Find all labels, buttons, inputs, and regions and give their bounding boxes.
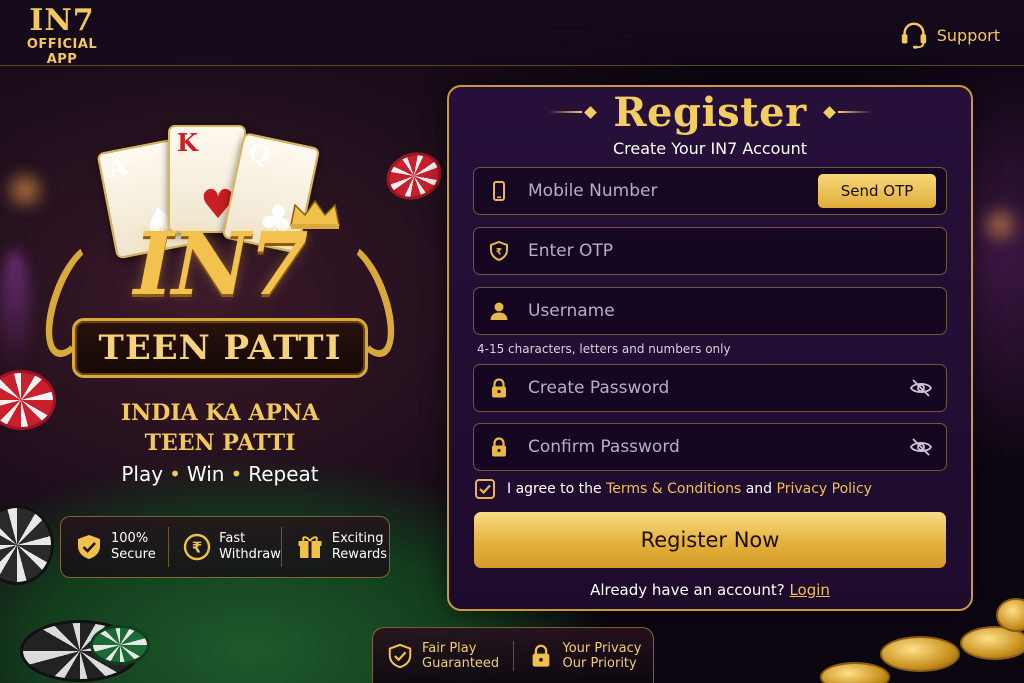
privacy-policy-link[interactable]: Privacy Policy xyxy=(777,481,872,497)
feature-line: Fast xyxy=(219,531,246,546)
card-rank: K xyxy=(177,128,198,157)
create-password-input[interactable] xyxy=(524,365,896,411)
lock-icon xyxy=(532,644,549,667)
slogan: Play • Win • Repeat xyxy=(80,462,360,486)
register-title-row: Register xyxy=(449,87,971,137)
confirm-password-input[interactable] xyxy=(524,424,896,470)
toggle-password-visibility[interactable] xyxy=(896,376,946,400)
username-input[interactable] xyxy=(524,288,946,334)
brand-banner: TEEN PATTI xyxy=(72,318,368,378)
top-bar: IN7 OFFICIAL APP Support xyxy=(0,0,1024,66)
trust-line: Fair Play xyxy=(422,640,477,656)
trust-bar: Fair Play Guaranteed Your Privacy Our Prio… xyxy=(372,627,654,683)
feature-withdraw: ₹ Fast Withdraw xyxy=(168,527,281,567)
agree-text: I agree to the xyxy=(507,481,602,497)
poker-chip-image xyxy=(379,144,449,208)
register-title: Register xyxy=(613,88,807,136)
logo-app: APP xyxy=(46,52,78,67)
username-hint: 4-15 characters, letters and numbers onl… xyxy=(477,342,731,356)
title-ornament-right xyxy=(821,105,872,119)
svg-text:₹: ₹ xyxy=(192,539,202,557)
trust-line: Our Priority xyxy=(562,655,637,671)
feature-line: Exciting xyxy=(331,531,384,546)
shield-check-icon xyxy=(388,643,412,668)
login-prompt: Already have an account? Login xyxy=(449,581,971,599)
feature-secure: 100% Secure xyxy=(61,527,168,567)
logo-official: OFFICIAL xyxy=(26,37,98,52)
shield-check-icon xyxy=(78,535,100,559)
title-ornament-left xyxy=(548,105,599,119)
trust-line: Your Privacy xyxy=(562,640,642,656)
gift-icon xyxy=(298,536,322,558)
tagline-line2: TEEN PATTI xyxy=(144,430,296,456)
terms-agreement: I agree to the Terms & Conditions and Pr… xyxy=(475,479,872,499)
trust-line: Guaranteed xyxy=(422,655,500,671)
register-subtitle: Create Your IN7 Account xyxy=(612,139,808,158)
feature-strip: 100% Secure ₹ Fast Withdraw Exciting Reward… xyxy=(60,516,390,578)
trust-privacy: Your Privacy Our Priority xyxy=(512,640,654,671)
support-link[interactable]: Support xyxy=(899,20,1000,50)
otp-field: ₹ xyxy=(473,227,947,275)
otp-input[interactable] xyxy=(524,228,946,274)
gold-coin-image xyxy=(820,662,890,683)
eye-off-icon xyxy=(909,379,933,397)
logo-wordmark: IN7 xyxy=(29,3,95,38)
tagline-line1: INDIA KA APNA xyxy=(120,400,320,426)
gold-coin-image xyxy=(880,636,960,672)
login-prompt-text: Already have an account? xyxy=(590,581,785,599)
feature-line: Secure xyxy=(111,547,156,562)
create-password-field xyxy=(473,364,947,412)
rupee-coin-icon: ₹ xyxy=(183,533,211,561)
poker-chip-image xyxy=(0,505,54,585)
poker-chip-image xyxy=(0,370,56,430)
slogan-word: Win xyxy=(186,462,225,486)
checkmark-icon xyxy=(479,484,491,495)
mobile-number-field: Send OTP xyxy=(473,167,947,215)
feature-rewards: Exciting Rewards xyxy=(280,527,389,567)
tagline: INDIA KA APNA TEEN PATTI xyxy=(90,398,350,458)
poker-chip-image xyxy=(90,625,150,665)
feature-line: Rewards xyxy=(331,547,388,562)
headset-icon xyxy=(901,22,926,49)
background-lamp xyxy=(975,205,1024,245)
toggle-confirm-password-visibility[interactable] xyxy=(896,435,946,459)
support-label: Support xyxy=(936,25,1000,45)
agree-and-text: and xyxy=(745,481,773,497)
terms-checkbox[interactable] xyxy=(475,479,495,499)
feature-line: 100% xyxy=(111,531,149,546)
eye-off-icon xyxy=(909,438,933,456)
slogan-word: Repeat xyxy=(248,462,319,486)
send-otp-button[interactable]: Send OTP xyxy=(818,174,936,208)
slogan-word: Play xyxy=(121,462,164,486)
brand-logo-text: IN7 xyxy=(133,214,309,315)
otp-shield-icon: ₹ xyxy=(490,240,508,262)
phone-icon xyxy=(493,181,505,201)
bullet-separator: • xyxy=(169,462,181,486)
lock-icon xyxy=(492,378,506,398)
card-rank: A xyxy=(105,151,130,184)
mobile-number-input[interactable] xyxy=(524,168,818,214)
user-icon xyxy=(490,302,508,320)
register-panel: Register Create Your IN7 Account Send OT… xyxy=(447,85,973,611)
terms-link[interactable]: Terms & Conditions xyxy=(606,481,741,497)
username-field xyxy=(473,287,947,335)
bullet-separator: • xyxy=(230,462,243,486)
background-lamp xyxy=(0,170,50,210)
background-neon-light xyxy=(0,250,30,370)
lock-icon xyxy=(492,437,506,457)
app-logo[interactable]: IN7 OFFICIAL APP xyxy=(18,3,106,67)
feature-line: Withdraw xyxy=(219,547,281,562)
register-now-button[interactable]: Register Now xyxy=(474,512,946,568)
login-link[interactable]: Login xyxy=(789,581,829,599)
svg-text:₹: ₹ xyxy=(496,248,502,258)
card-rank: Q xyxy=(246,136,273,170)
confirm-password-field xyxy=(473,423,947,471)
trust-fair-play: Fair Play Guaranteed xyxy=(373,641,513,671)
